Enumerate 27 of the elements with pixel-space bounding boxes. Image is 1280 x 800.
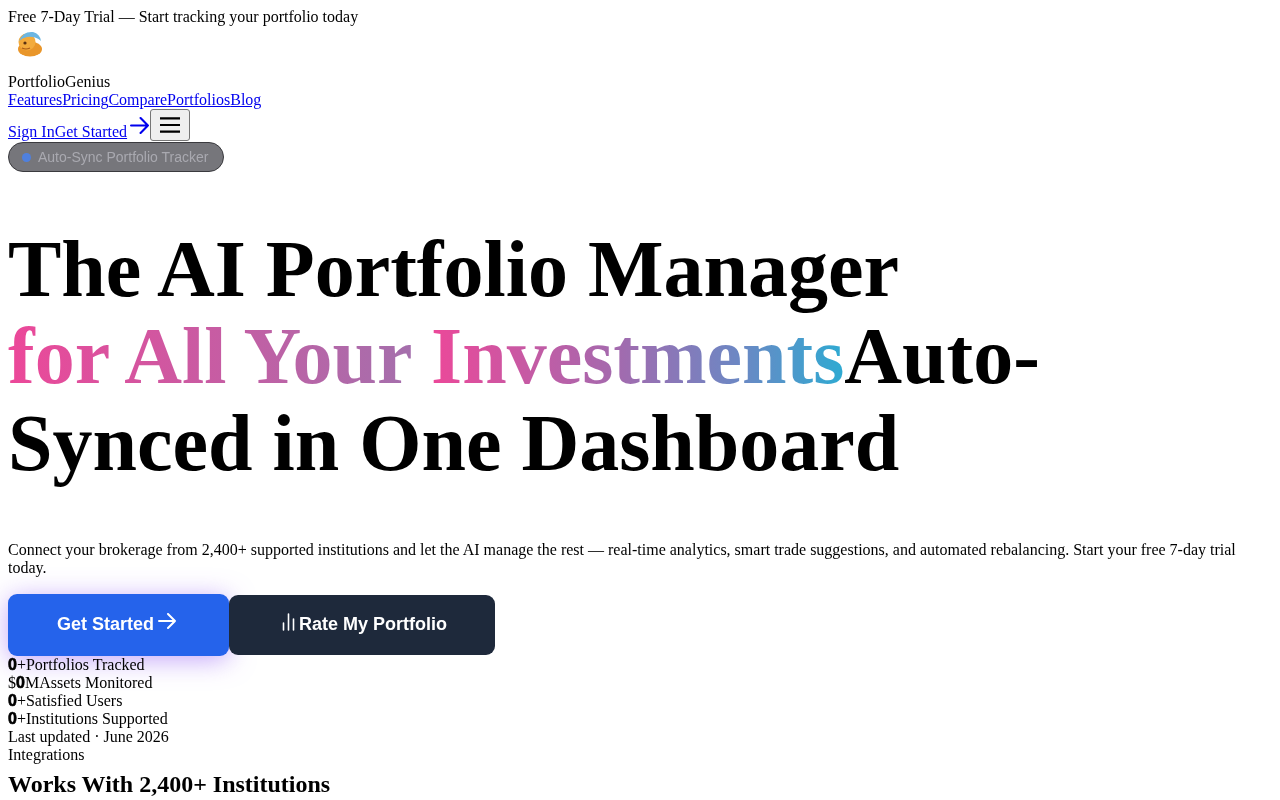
arrow-right-icon [130,117,150,134]
stat-text: 0+Portfolios Tracked [8,655,145,673]
sign-in-link[interactable]: Sign In [8,123,55,141]
menu-icon [160,117,181,133]
last-updated-text: Last updated · June 2026 [8,727,170,746]
rate-portfolio-button[interactable]: Rate My Portfolio [229,594,496,655]
section-eyebrow: Integrations [8,745,85,764]
hero-heading: The AI Portfolio Manager for All Your InvestmentsAuto-Synced in One Dashboard [8,225,1041,488]
arrow-right-icon [158,612,177,629]
nav-link[interactable]: Pricing [62,91,109,108]
menu-button[interactable] [150,109,191,141]
get-started-link[interactable]: Get Started [54,117,151,141]
nav-link[interactable]: Compare [108,91,168,108]
mascot-logo-icon[interactable] [15,29,43,57]
brand-name: PortfolioGenius [8,73,112,91]
bar-chart-icon [282,612,296,631]
stat-text: $0MAssets Monitored [8,673,153,691]
hero-subtitle: Connect your brokerage from 2,400+ supported institutions and let the AI manage the rest — real-time analytics, smart trade suggestions, and automated rebalancing. Start your free 7-day trial today. [8,540,1237,578]
nav-link[interactable]: Features [8,91,63,108]
dot-icon [22,152,31,162]
nav-link[interactable]: Blog [230,91,262,108]
section-heading: Works With 2,400+ Institutions [8,769,332,798]
get-started-button[interactable]: Get Started [8,593,230,656]
nav-link[interactable]: Portfolios [167,91,231,108]
promo-text: Free 7-Day Trial — Start tracking your portfolio today [8,8,360,26]
stat-text: 0+Satisfied Users [8,691,123,709]
stat-text: 0+Institutions Supported [8,709,168,727]
